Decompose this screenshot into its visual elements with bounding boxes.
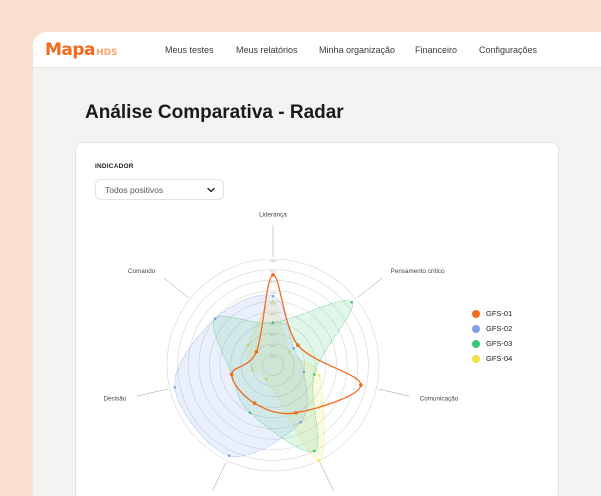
legend-item-gfs-03[interactable]: GFS-03 xyxy=(472,336,512,351)
data-point-gfs-01 xyxy=(359,383,363,387)
legend-item-gfs-04[interactable]: GFS-04 xyxy=(472,351,512,366)
legend-label: GFS-03 xyxy=(486,339,513,348)
legend-item-gfs-01[interactable]: GFS-01 xyxy=(472,306,512,321)
axis-leader xyxy=(319,462,334,492)
legend-swatch xyxy=(472,324,480,333)
data-point-gfs-01 xyxy=(271,273,275,277)
legend-label: GFS-04 xyxy=(486,354,513,363)
data-point-gfs-01 xyxy=(296,343,300,347)
axis-leader xyxy=(163,277,189,298)
data-point-gfs-04 xyxy=(317,459,321,462)
radar-card: INDICADOR Todos positivos 10% 20% 30% 40% 50… xyxy=(75,142,559,496)
data-point-gfs-03 xyxy=(350,300,354,304)
axis-label: Comando xyxy=(128,268,156,275)
data-point-gfs-01 xyxy=(294,410,298,415)
legend-item-gfs-02[interactable]: GFS-02 xyxy=(472,321,512,336)
axis-leader xyxy=(378,388,410,397)
data-point-gfs-01 xyxy=(254,349,259,354)
nav-item-meus-relatorios[interactable]: Meus relatórios xyxy=(236,45,298,55)
data-point-gfs-02 xyxy=(299,421,302,424)
legend-swatch xyxy=(472,354,480,363)
legend-swatch xyxy=(472,309,480,318)
axis-label: Liderança xyxy=(259,211,287,218)
brand-name: Mapa xyxy=(45,40,96,60)
legend-label: GFS-01 xyxy=(486,309,513,318)
nav-item-configuracoes[interactable]: Configurações xyxy=(479,45,537,55)
legend-label: GFS-02 xyxy=(486,324,513,333)
page-title: Análise Comparativa - Radar xyxy=(85,102,344,123)
data-point-gfs-02 xyxy=(173,386,177,389)
axis-label: Decisão xyxy=(104,395,127,402)
axis-label: Pensamento crítico xyxy=(391,268,445,275)
chart-legend: GFS-01 GFS-02 GFS-03 GFS-04 xyxy=(472,306,512,366)
axis-leader xyxy=(136,388,168,397)
brand-logo[interactable]: Mapa HDS xyxy=(45,40,118,60)
tick-label: 90% xyxy=(270,270,276,274)
legend-swatch xyxy=(472,339,480,348)
brand-suffix: HDS xyxy=(96,48,118,58)
tick-label: 100% xyxy=(269,259,277,263)
data-point-gfs-01 xyxy=(252,401,257,406)
data-point-gfs-01 xyxy=(229,372,234,377)
nav-item-minha-organizacao[interactable]: Minha organização xyxy=(319,45,395,55)
axis-leader xyxy=(357,277,383,298)
nav-item-meus-testes[interactable]: Meus testes xyxy=(165,45,214,55)
top-navigation-bar: Mapa HDS Meus testes Meus relatórios Min… xyxy=(33,32,601,68)
data-point-gfs-03 xyxy=(313,449,316,453)
axis-label: Comunicação xyxy=(420,395,459,402)
data-point-gfs-02 xyxy=(213,317,217,321)
nav-item-financeiro[interactable]: Financeiro xyxy=(415,45,457,55)
axis-leader xyxy=(212,462,227,492)
app-window: Mapa HDS Meus testes Meus relatórios Min… xyxy=(33,32,601,496)
data-point-gfs-02 xyxy=(228,454,231,458)
